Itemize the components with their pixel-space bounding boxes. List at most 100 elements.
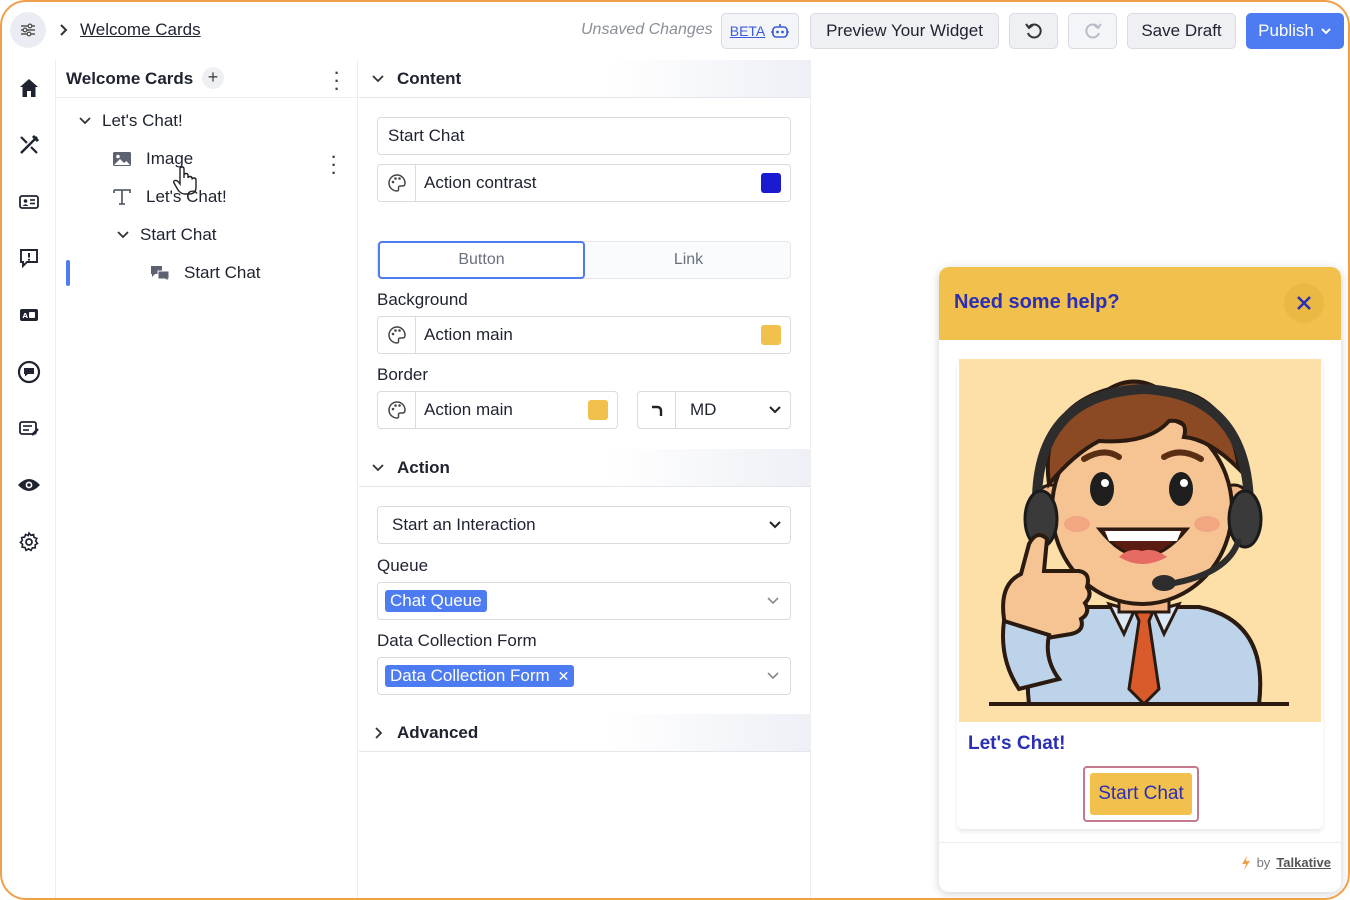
border-color-swatch[interactable] [588,400,608,420]
text-color-picker[interactable]: Action contrast [377,164,791,202]
border-color-name: Action main [424,400,513,419]
design-tools-icon[interactable] [15,131,43,159]
section-action-header[interactable]: Action [359,449,811,487]
beta-button[interactable]: BETA [721,13,799,49]
close-button[interactable] [1284,283,1324,323]
queue-chip[interactable]: Chat Queue [385,590,487,612]
sliders-icon [21,23,35,37]
border-label: Border [377,365,429,384]
widget-title: Need some help? [954,291,1120,313]
section-advanced-header[interactable]: Advanced [359,714,811,752]
publish-label: Publish [1258,21,1314,40]
layer-tree-panel: Welcome Cards + · · · Let's Chat! Image · ·… [56,60,358,898]
tree-item-text[interactable]: Let's Chat! [112,182,227,212]
tree-item-label: Let's Chat! [146,187,227,206]
form-label: Data Collection Form [377,631,537,650]
tab-link[interactable]: Link [585,242,792,278]
visibility-icon[interactable] [15,471,43,499]
tree-item-label: Let's Chat! [102,111,183,130]
undo-button[interactable] [1009,13,1058,49]
redo-icon [1084,23,1102,39]
start-chat-button-frame: Start Chat [1083,766,1199,822]
chat-bubble-icon[interactable] [15,358,43,386]
border-radius-select[interactable]: MD [637,391,791,429]
settings-icon[interactable] [15,528,43,556]
section-title: Action [397,457,450,477]
interaction-select[interactable]: Start an Interaction [377,506,791,544]
chevron-down-icon [79,117,91,125]
section-content-header[interactable]: Content [359,60,811,98]
card-image [959,359,1321,722]
id-card-icon[interactable]: A [15,301,43,329]
form-chip: Data Collection Form ✕ [385,665,575,687]
brand-link[interactable]: Talkative [1276,855,1331,870]
chevron-down-icon [767,597,779,605]
border-color-picker[interactable]: Action main [377,391,618,429]
start-chat-button[interactable]: Start Chat [1090,773,1192,815]
tree-item-start-chat-group[interactable]: Start Chat [116,220,217,250]
card-title: Let's Chat! [968,733,1066,754]
palette-icon [378,392,416,428]
button-text-input[interactable]: Start Chat [377,117,791,155]
contact-card-icon[interactable] [15,188,43,216]
robot-icon [771,24,790,38]
chevron-down-icon [1321,28,1331,35]
chat-icon [151,266,170,281]
form-select[interactable]: Data Collection Form ✕ [377,657,791,695]
close-icon [1297,296,1311,310]
save-draft-button[interactable]: Save Draft [1127,13,1236,49]
section-title: Advanced [397,722,479,742]
chevron-right-icon [60,24,68,36]
widget-footer: by Talkative [939,842,1341,892]
button-text-value: Start Chat [388,126,465,145]
widget-header: Need some help? [939,267,1341,340]
redo-button[interactable] [1068,13,1117,49]
queue-select[interactable]: Chat Queue [377,582,791,620]
powered-by: by Talkative [1241,855,1331,870]
publish-button[interactable]: Publish [1246,13,1344,49]
home-icon[interactable] [15,74,43,102]
image-item-menu-icon[interactable]: · · · [329,150,339,182]
chevron-down-icon [767,672,779,680]
widget-preview: Need some help? Let's Chat! Start Chat b… [939,267,1341,892]
background-color-picker[interactable]: Action main [377,316,791,354]
nav-rail: A [2,60,56,898]
chevron-down-icon [117,231,129,239]
queue-chip-label: Chat Queue [390,591,482,610]
tree-header: Welcome Cards + · · · [56,60,358,98]
palette-icon [378,317,416,353]
tree-item-lets-chat[interactable]: Let's Chat! [78,106,183,136]
preview-widget-button[interactable]: Preview Your Widget [810,13,999,49]
remove-chip-icon[interactable]: ✕ [558,668,570,685]
add-card-button[interactable]: + [202,67,224,89]
support-agent-illustration [989,379,1289,707]
border-radius-value: MD [690,400,717,419]
queue-label: Queue [377,556,429,575]
background-color-name: Action main [424,325,513,344]
tree-item-label: Start Chat [140,225,217,244]
menu-toggle-button[interactable] [10,12,46,48]
lightning-icon [1241,855,1250,870]
background-label: Background [377,290,468,309]
interaction-value: Start an Interaction [392,515,536,534]
tree-menu-icon[interactable]: · · · [332,66,342,98]
chevron-down-icon [769,406,781,414]
selection-indicator [66,260,70,286]
tree-item-label: Start Chat [184,263,261,282]
welcome-card: Let's Chat! Start Chat [957,359,1323,829]
settings-panel: Content Start Chat Action contrast Butto… [359,60,811,898]
image-icon [113,152,131,166]
palette-icon [378,165,416,201]
tree-item-start-chat-button[interactable]: Start Chat [150,258,261,288]
app-frame: Welcome Cards Unsaved Changes BETA Previ… [0,0,1350,900]
unsaved-status: Unsaved Changes [581,21,713,38]
tab-button[interactable]: Button [378,241,585,279]
section-title: Content [397,68,462,88]
beta-label: BETA [729,23,766,39]
alert-message-icon[interactable] [15,244,43,272]
background-color-swatch[interactable] [761,325,781,345]
forms-icon[interactable] [15,415,43,443]
breadcrumb[interactable]: Welcome Cards [80,20,201,40]
text-color-name: Action contrast [424,173,537,192]
text-color-swatch[interactable] [761,173,781,193]
